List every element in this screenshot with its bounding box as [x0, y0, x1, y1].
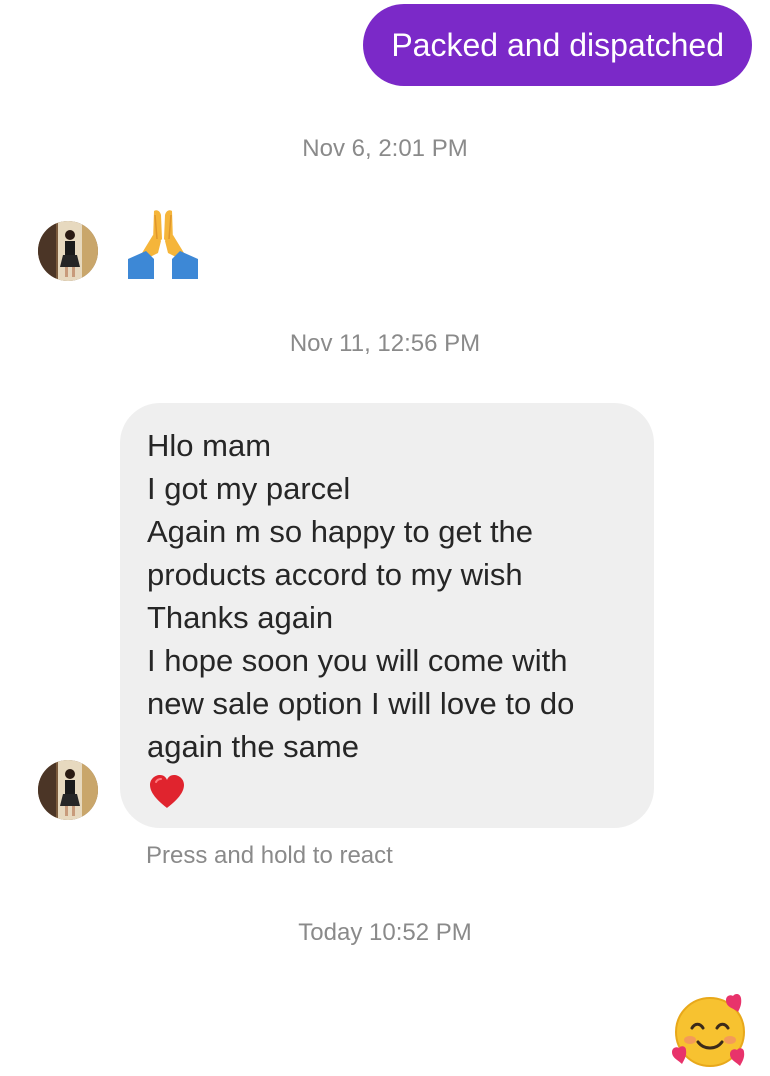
smiling-face-with-hearts-icon[interactable] [668, 990, 752, 1070]
message-timestamp: Nov 11, 12:56 PM [289, 330, 481, 357]
received-message-text: Hlo mam I got my parcel Again m so happy… [147, 424, 628, 768]
message-line: products accord to my wish [147, 557, 523, 592]
message-timestamp: Nov 6, 2:01 PM [302, 135, 468, 162]
message-line: I hope soon you will come with [147, 643, 568, 678]
avatar-image [38, 221, 98, 281]
contact-avatar[interactable] [38, 221, 98, 281]
message-line: Again m so happy to get the [147, 514, 534, 549]
red-heart-icon [150, 775, 184, 808]
received-message-bubble[interactable]: Hlo mam I got my parcel Again m so happy… [120, 403, 654, 828]
message-line: again the same [147, 729, 359, 764]
message-line: new sale option I will love to do [147, 686, 575, 721]
conversation-thread: Packed and dispatched Nov 6, 2:01 PM Nov… [0, 0, 770, 1076]
message-timestamp: Today 10:52 PM [298, 919, 472, 946]
message-line: Thanks again [147, 600, 334, 635]
folded-hands-emoji-icon [128, 210, 198, 279]
message-line: Hlo mam [147, 428, 272, 463]
message-line: I got my parcel [147, 471, 351, 506]
avatar-image [38, 760, 98, 820]
contact-avatar[interactable] [38, 760, 98, 820]
sent-message-bubble[interactable]: Packed and dispatched [363, 4, 752, 86]
react-hint-text: Press and hold to react [146, 842, 393, 869]
